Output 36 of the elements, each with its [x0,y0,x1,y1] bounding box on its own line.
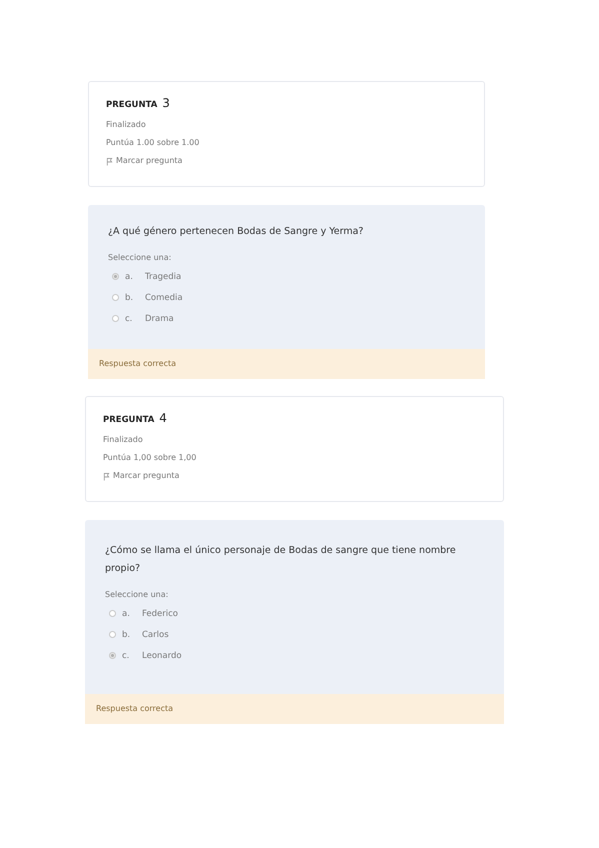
radio-button[interactable] [109,652,116,659]
question-label: PREGUNTA [106,100,158,110]
option-text[interactable]: Federico [142,608,178,618]
radio-button[interactable] [109,631,116,638]
option-letter: c. [125,314,134,324]
question-number: 4 [159,411,167,425]
question-label: PREGUNTA [103,415,154,425]
option-letter: b. [122,630,132,640]
question-score: Puntúa 1.00 sobre 1.00 [106,137,200,149]
question-status: Finalizado [103,434,144,446]
option-letter: a. [122,608,131,618]
flag-question-link[interactable]: Marcar pregunta [116,152,182,170]
question-text: ¿Cómo se llama el único personaje de Bodas de sangre que tiene nombre propio? [105,544,457,576]
answer-prompt: Seleccione una: [108,253,172,262]
answer-prompt: Seleccione una: [105,590,170,599]
option-letter: c. [122,650,130,660]
flag-icon[interactable] [106,156,113,166]
radio-button[interactable] [112,273,119,280]
flag-icon[interactable] [103,472,110,480]
feedback-message: Respuesta correcta [85,694,504,724]
question-number: 3 [162,96,170,110]
option-text[interactable]: Carlos [142,630,169,640]
option-letter: b. [125,292,134,302]
option-text[interactable]: Drama [145,314,174,324]
option-text[interactable]: Tragedia [145,272,182,282]
option-text[interactable]: Comedia [145,292,183,302]
feedback-message: Respuesta correcta [88,349,485,379]
option-text[interactable]: Leonardo [142,650,182,660]
flag-question-link[interactable]: Marcar pregunta [113,467,180,485]
radio-button[interactable] [112,294,119,301]
question-status: Finalizado [106,119,147,131]
option-letter: a. [125,272,134,282]
radio-button[interactable] [112,315,119,322]
radio-button[interactable] [109,610,116,617]
question-score: Puntúa 1,00 sobre 1,00 [103,452,198,464]
question-text: ¿A qué género pertenecen Bodas de Sangre y Yerma? [108,225,364,239]
